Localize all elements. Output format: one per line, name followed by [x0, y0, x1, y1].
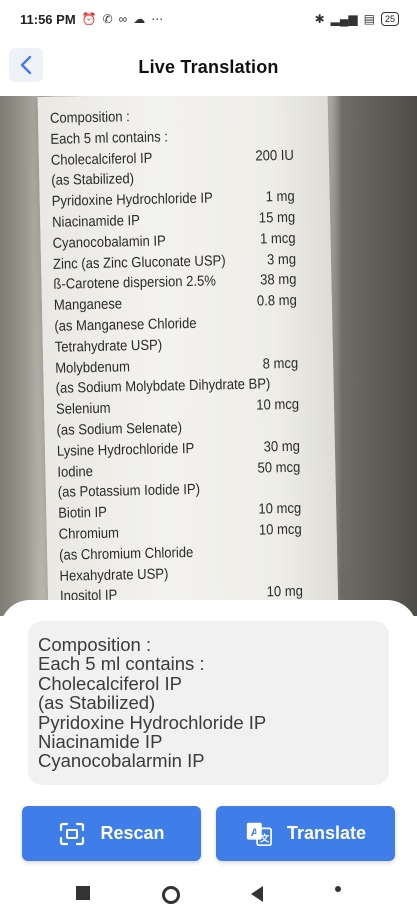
label-row-text: Chromium	[58, 525, 120, 543]
label-row-text: ß-Carotene dispersion 2.5%	[53, 273, 217, 294]
label-row-text: (as Stabilized)	[51, 171, 135, 190]
recents-button[interactable]	[75, 886, 90, 900]
home-button[interactable]	[161, 886, 180, 904]
bluetooth-icon: ✱	[314, 12, 325, 26]
label-row-value: 15 mg	[258, 209, 296, 227]
label-row-value: 8 mcg	[262, 355, 299, 373]
svg-text:文: 文	[259, 832, 270, 844]
camera-preview[interactable]: Composition : Each 5 ml contains : Choleca…	[0, 96, 417, 616]
label-row-text: (as Potassium Iodide IP)	[57, 482, 201, 502]
label-row-text: Each 5 ml contains :	[50, 129, 169, 148]
battery-icon: 25	[380, 12, 399, 26]
translate-button[interactable]: A 文 Translate	[216, 806, 395, 861]
chevron-left-icon	[20, 55, 32, 75]
label-row-value	[289, 166, 295, 187]
label-row-value: 1 mg	[265, 188, 295, 206]
label-row-text: Lysine Hydrochloride IP	[56, 440, 195, 460]
more-notifications-icon: ⋯	[151, 12, 164, 26]
signal-icon: ▂▄▆	[330, 12, 358, 26]
label-row-text: Molybdenum	[55, 358, 131, 377]
label-row-text: Manganese	[53, 296, 123, 314]
label-row-value: 50 mcg	[257, 459, 301, 477]
label-row-value: 10 mcg	[256, 396, 300, 414]
label-row-text: (as Manganese Chloride	[54, 315, 197, 335]
label-row-text: Pyridoxine Hydrochloride IP	[51, 190, 213, 211]
label-row-text: (as Chromium Chloride	[58, 544, 194, 564]
translate-label: Translate	[286, 823, 367, 843]
cloud-icon: ☁	[133, 12, 146, 26]
label-row-value	[296, 540, 302, 561]
translate-icon: A 文	[245, 820, 273, 848]
accessibility-button[interactable]	[335, 886, 342, 892]
label-row-value	[297, 561, 303, 582]
label-row-value: 30 mg	[263, 438, 301, 456]
wifi-icon: ▤	[363, 12, 375, 26]
label-row-value	[292, 312, 298, 333]
label-row-text: Cyanocobalamin IP	[52, 233, 166, 252]
label-row-text: Cholecalciferol IP	[50, 150, 153, 169]
recognized-line: (as Stabilized)	[38, 692, 156, 714]
rescan-label: Rescan	[100, 823, 165, 843]
label-row-value: 38 mg	[259, 272, 297, 289]
label-row-text: Tetrahydrate USP)	[54, 337, 163, 356]
status-left: 11:56 PM ⏰ ✆ ∞ ☁ ⋯	[20, 12, 163, 27]
recognized-line: Niacinamide IP	[38, 731, 163, 753]
status-right: ✱ ▂▄▆ ▤ 25	[315, 12, 399, 26]
label-row-text: Hexahydrate USP)	[59, 566, 169, 585]
label-row-value: 3 mg	[266, 251, 297, 268]
app-bar: Live Translation	[0, 38, 417, 96]
alarm-icon: ⏰	[81, 12, 97, 26]
label-row-text: Biotin IP	[58, 504, 108, 522]
label-row-value	[287, 104, 293, 125]
label-rows: Composition : Each 5 ml contains : Choleca…	[50, 104, 303, 608]
whatsapp-icon: ✆	[102, 12, 113, 26]
recognized-line: Cyanocobalarmin IP	[38, 750, 205, 772]
status-bar: 11:56 PM ⏰ ✆ ∞ ☁ ⋯ ✱ ▂▄▆ ▤ 25	[0, 0, 417, 38]
label-row-text: Composition :	[49, 109, 130, 127]
label-row-value	[293, 374, 299, 395]
label-row-value: 200 IU	[255, 147, 294, 165]
label-row-value: 10 mcg	[258, 500, 302, 518]
recognized-text-box[interactable]: Composition : Each 5 ml contains : Choleca…	[28, 621, 389, 785]
page-title: Live Translation	[138, 56, 279, 77]
label-row-value: 10 mcg	[258, 521, 302, 539]
back-button[interactable]	[9, 48, 43, 82]
label-row-value	[292, 332, 298, 353]
label-row-text: (as Sodium Selenate)	[56, 420, 183, 439]
scanned-label: Composition : Each 5 ml contains : Choleca…	[37, 96, 341, 616]
label-row-text: Niacinamide IP	[52, 212, 141, 231]
system-nav-bar	[0, 886, 417, 904]
link-icon: ∞	[118, 12, 128, 26]
recognized-text: Composition : Each 5 ml contains : Choleca…	[38, 635, 388, 771]
recognized-line: Each 5 ml contains :	[38, 653, 205, 675]
battery-level: 25	[384, 14, 395, 24]
rescan-button[interactable]: Rescan	[22, 806, 201, 861]
recognized-line: Pyridoxine Hydrochloride IP	[38, 711, 267, 733]
label-row-value	[294, 416, 300, 437]
label-row-value: 1 mcg	[259, 230, 296, 248]
scan-frame-icon	[58, 820, 86, 848]
status-time: 11:56 PM	[20, 11, 76, 27]
label-row-value	[288, 125, 294, 146]
label-row-value	[295, 478, 301, 499]
label-row-text: Selenium	[55, 400, 111, 418]
label-row-value: 0.8 mg	[256, 292, 298, 310]
bottom-sheet: Composition : Each 5 ml contains : Choleca…	[0, 600, 417, 900]
recognized-line: Composition :	[38, 634, 152, 655]
recognized-line: Cholecalciferol IP	[38, 672, 182, 694]
label-row-text: Iodine	[57, 463, 94, 481]
